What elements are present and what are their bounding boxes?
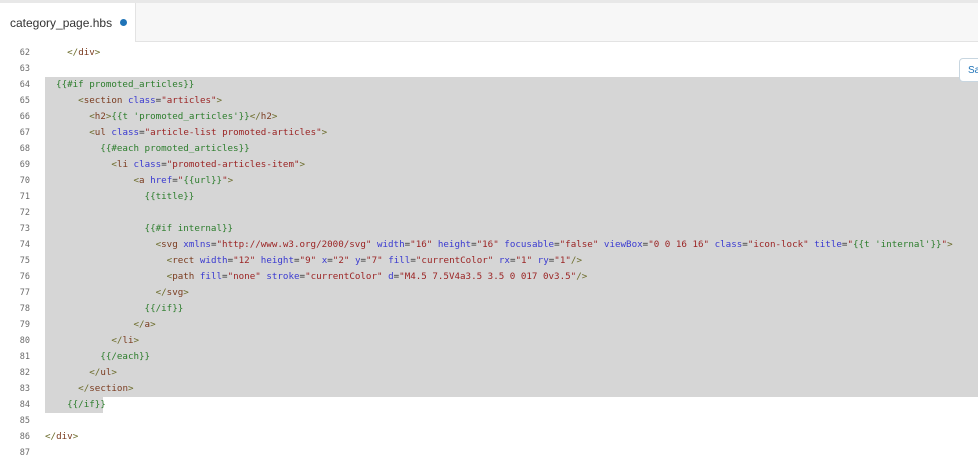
line-number: 67 — [19, 128, 30, 138]
line-number: 72 — [19, 208, 30, 218]
line-number: 64 — [19, 80, 30, 90]
active-tab-underline-mask — [0, 42, 136, 43]
line-number: 76 — [19, 272, 30, 282]
save-button-label: Sa — [968, 64, 978, 76]
code-line[interactable]: 67 <ul class="article-list promoted-artic… — [0, 125, 978, 141]
code-line[interactable]: 71 {{title}} — [0, 189, 978, 205]
line-number: 85 — [19, 416, 30, 426]
tab-category-page[interactable]: category_page.hbs — [0, 3, 136, 42]
code-line[interactable]: 86 </div> — [0, 429, 978, 445]
code-text: <rect width="12" height="9" x="2" y="7" … — [45, 253, 978, 269]
line-number: 74 — [19, 240, 30, 250]
line-number: 71 — [19, 192, 30, 202]
line-number: 81 — [19, 352, 30, 362]
code-text: </ul> — [45, 365, 978, 381]
code-text: {{#if promoted_articles}} — [45, 77, 978, 93]
code-line[interactable]: 84 {{/if}} — [0, 397, 978, 413]
code-line[interactable]: 70 <a href="{{url}}"> — [0, 173, 978, 189]
code-text: {{#each promoted_articles}} — [45, 141, 978, 157]
code-text: </svg> — [45, 285, 978, 301]
line-number: 84 — [19, 400, 30, 410]
code-line[interactable]: 69 <li class="promoted-articles-item"> — [0, 157, 978, 173]
unsaved-dot-icon — [120, 19, 128, 26]
code-line[interactable]: 73 {{#if internal}} — [0, 221, 978, 237]
code-line[interactable]: 62 </div> — [0, 45, 978, 61]
line-number: 69 — [19, 160, 30, 170]
code-line[interactable]: 66 <h2>{{t 'promoted_articles'}}</h2> — [0, 109, 978, 125]
line-number: 63 — [19, 64, 30, 74]
line-number: 77 — [19, 288, 30, 298]
code-text: {{#if internal}} — [45, 221, 978, 237]
code-line[interactable]: 64 {{#if promoted_articles}} — [0, 77, 978, 93]
line-number: 82 — [19, 368, 30, 378]
code-line[interactable]: 68 {{#each promoted_articles}} — [0, 141, 978, 157]
tab-filename: category_page.hbs — [10, 15, 113, 30]
code-text: </a> — [45, 317, 978, 333]
code-line[interactable]: 65 <section class="articles"> — [0, 93, 978, 109]
code-line[interactable]: 78 {{/if}} — [0, 301, 978, 317]
line-number: 62 — [19, 48, 30, 58]
code-text: <section class="articles"> — [45, 93, 978, 109]
line-number: 83 — [19, 384, 30, 394]
line-number: 78 — [19, 304, 30, 314]
line-number: 70 — [19, 176, 30, 186]
code-line[interactable]: 79 </a> — [0, 317, 978, 333]
save-button[interactable]: Sa — [959, 58, 978, 82]
line-number: 79 — [19, 320, 30, 330]
code-text: <ul class="article-list promoted-article… — [45, 125, 978, 141]
code-text: <a href="{{url}}"> — [45, 173, 978, 189]
code-text: <path fill="none" stroke="currentColor" … — [45, 269, 978, 285]
code-text: {{/if}} — [45, 397, 106, 413]
code-text: {{/if}} — [45, 301, 978, 317]
code-line[interactable]: 74 <svg xmlns="http://www.w3.org/2000/svg… — [0, 237, 978, 253]
code-line[interactable]: 85 — [0, 413, 978, 429]
line-number: 65 — [19, 96, 30, 106]
line-number: 80 — [19, 336, 30, 346]
code-text: <h2>{{t 'promoted_articles'}}</h2> — [45, 109, 978, 125]
code-text: </div> — [67, 47, 101, 58]
code-line[interactable]: 63 — [0, 61, 978, 77]
code-line[interactable]: 81 {{/each}} — [0, 349, 978, 365]
code-text: </section> — [45, 381, 978, 397]
code-text: {{/each}} — [45, 349, 978, 365]
code-text: <svg xmlns="http://www.w3.org/2000/svg" … — [45, 237, 978, 253]
line-number: 66 — [19, 112, 30, 122]
line-number: 73 — [19, 224, 30, 234]
line-number: 75 — [19, 256, 30, 266]
code-text: </div> — [45, 431, 79, 442]
line-number: 68 — [19, 144, 30, 154]
code-line[interactable]: 82 </ul> — [0, 365, 978, 381]
code-text — [45, 205, 978, 221]
code-line[interactable]: 77 </svg> — [0, 285, 978, 301]
line-number: 86 — [19, 432, 30, 442]
editor-tab-bar: category_page.hbs — [0, 3, 978, 42]
code-text: </li> — [45, 333, 978, 349]
code-editor[interactable]: 62 </div> 63 64 {{#if promoted_articles}} 65 <… — [0, 45, 978, 459]
code-line[interactable]: 80 </li> — [0, 333, 978, 349]
code-line[interactable]: 72 — [0, 205, 978, 221]
code-line[interactable]: 83 </section> — [0, 381, 978, 397]
code-line[interactable]: 76 <path fill="none" stroke="currentColor… — [0, 269, 978, 285]
code-text: {{title}} — [45, 189, 978, 205]
code-line[interactable]: 75 <rect width="12" height="9" x="2" y="7… — [0, 253, 978, 269]
code-text: <li class="promoted-articles-item"> — [45, 157, 978, 173]
